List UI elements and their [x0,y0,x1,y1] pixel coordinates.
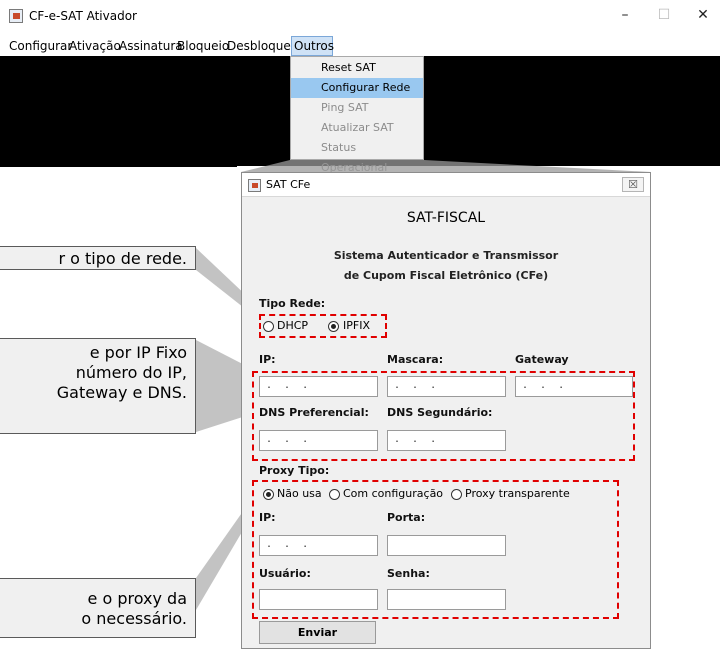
close-button[interactable]: ✕ [692,6,714,24]
senha-label: Senha: [387,567,430,580]
outros-dropdown: Reset SAT Configurar Rede Ping SAT Atual… [290,56,424,174]
menu-outros[interactable]: Outros [291,36,334,56]
radio-nao-usa-label: Não usa [277,487,322,500]
callout-proxy-text: e o proxy da o necessário. [81,589,187,628]
senha-field[interactable] [387,589,506,610]
window-titlebar: CF-e-SAT Ativador – ☐ ✕ [0,0,720,30]
app-icon [9,9,23,23]
dns-preferencial-field[interactable]: . . . [259,430,378,451]
menu-item-status-operacional[interactable]: Status Operacional [291,138,423,174]
ip-label: IP: [259,353,276,366]
callout-tipo-rede: r o tipo de rede. [0,246,196,270]
proxy-ip-label: IP: [259,511,276,524]
porta-field[interactable] [387,535,506,556]
tipo-rede-label: Tipo Rede: [259,297,326,310]
menu-item-ping-sat[interactable]: Ping SAT [291,98,423,118]
menu-item-configurar-rede[interactable]: Configurar Rede [291,78,423,98]
radio-proxy-transparente-label: Proxy transparente [465,487,570,500]
menu-bar: Configurar Ativação Assinatura Bloqueio … [0,36,720,56]
callout-tipo-rede-text: r o tipo de rede. [58,249,187,268]
radio-com-configuracao-label: Com configuração [343,487,444,500]
dialog-close-icon[interactable]: ☒ [622,177,644,192]
mascara-label: Mascara: [387,353,444,366]
dialog-heading: SAT-FISCAL [406,210,486,226]
callout-ip-fixo-text: e por IP Fixo número do IP, Gateway e DN… [56,343,187,402]
callout-proxy: e o proxy da o necessário. [0,578,196,638]
mascara-field[interactable]: . . . [387,376,506,397]
dialog-title: SAT CFe [266,178,311,191]
radio-ipfix[interactable] [328,321,339,332]
proxy-ip-field[interactable]: . . . [259,535,378,556]
minimize-button[interactable]: – [614,6,636,24]
menu-ativacao[interactable]: Ativação [67,36,123,56]
sat-cfe-dialog: SAT CFe ☒ SAT-FISCAL Sistema Autenticado… [241,172,651,649]
gateway-label: Gateway [515,353,569,366]
usuario-label: Usuário: [259,567,311,580]
menu-configurar[interactable]: Configurar [7,36,74,56]
dialog-subtitle-2: de Cupom Fiscal Eletrônico (CFe) [343,269,549,282]
enviar-button[interactable]: Enviar [259,621,376,644]
radio-dhcp[interactable] [263,321,274,332]
dialog-titlebar: SAT CFe ☒ [242,173,650,197]
menu-bloqueio[interactable]: Bloqueio [175,36,231,56]
dns-segundario-label: DNS Segundário: [387,406,493,419]
dns-preferencial-label: DNS Preferencial: [259,406,369,419]
menu-item-atualizar-sat[interactable]: Atualizar SAT [291,118,423,138]
menu-item-reset-sat[interactable]: Reset SAT [291,58,423,78]
usuario-field[interactable] [259,589,378,610]
porta-label: Porta: [387,511,426,524]
ip-field[interactable]: . . . [259,376,378,397]
content-area-edge [0,166,237,167]
radio-com-configuracao[interactable] [329,489,340,500]
proxy-tipo-label: Proxy Tipo: [259,464,330,477]
dialog-subtitle-1: Sistema Autenticador e Transmissor [333,249,559,262]
dns-segundario-field[interactable]: . . . [387,430,506,451]
radio-ipfix-label: IPFIX [343,319,370,332]
gateway-field[interactable]: . . . [515,376,633,397]
app-icon [248,179,261,192]
callout-ip-fixo: e por IP Fixo número do IP, Gateway e DN… [0,338,196,434]
maximize-button[interactable]: ☐ [653,6,675,24]
radio-dhcp-label: DHCP [277,319,309,332]
radio-nao-usa[interactable] [263,489,274,500]
radio-proxy-transparente[interactable] [451,489,462,500]
window-title: CF-e-SAT Ativador [29,9,137,23]
